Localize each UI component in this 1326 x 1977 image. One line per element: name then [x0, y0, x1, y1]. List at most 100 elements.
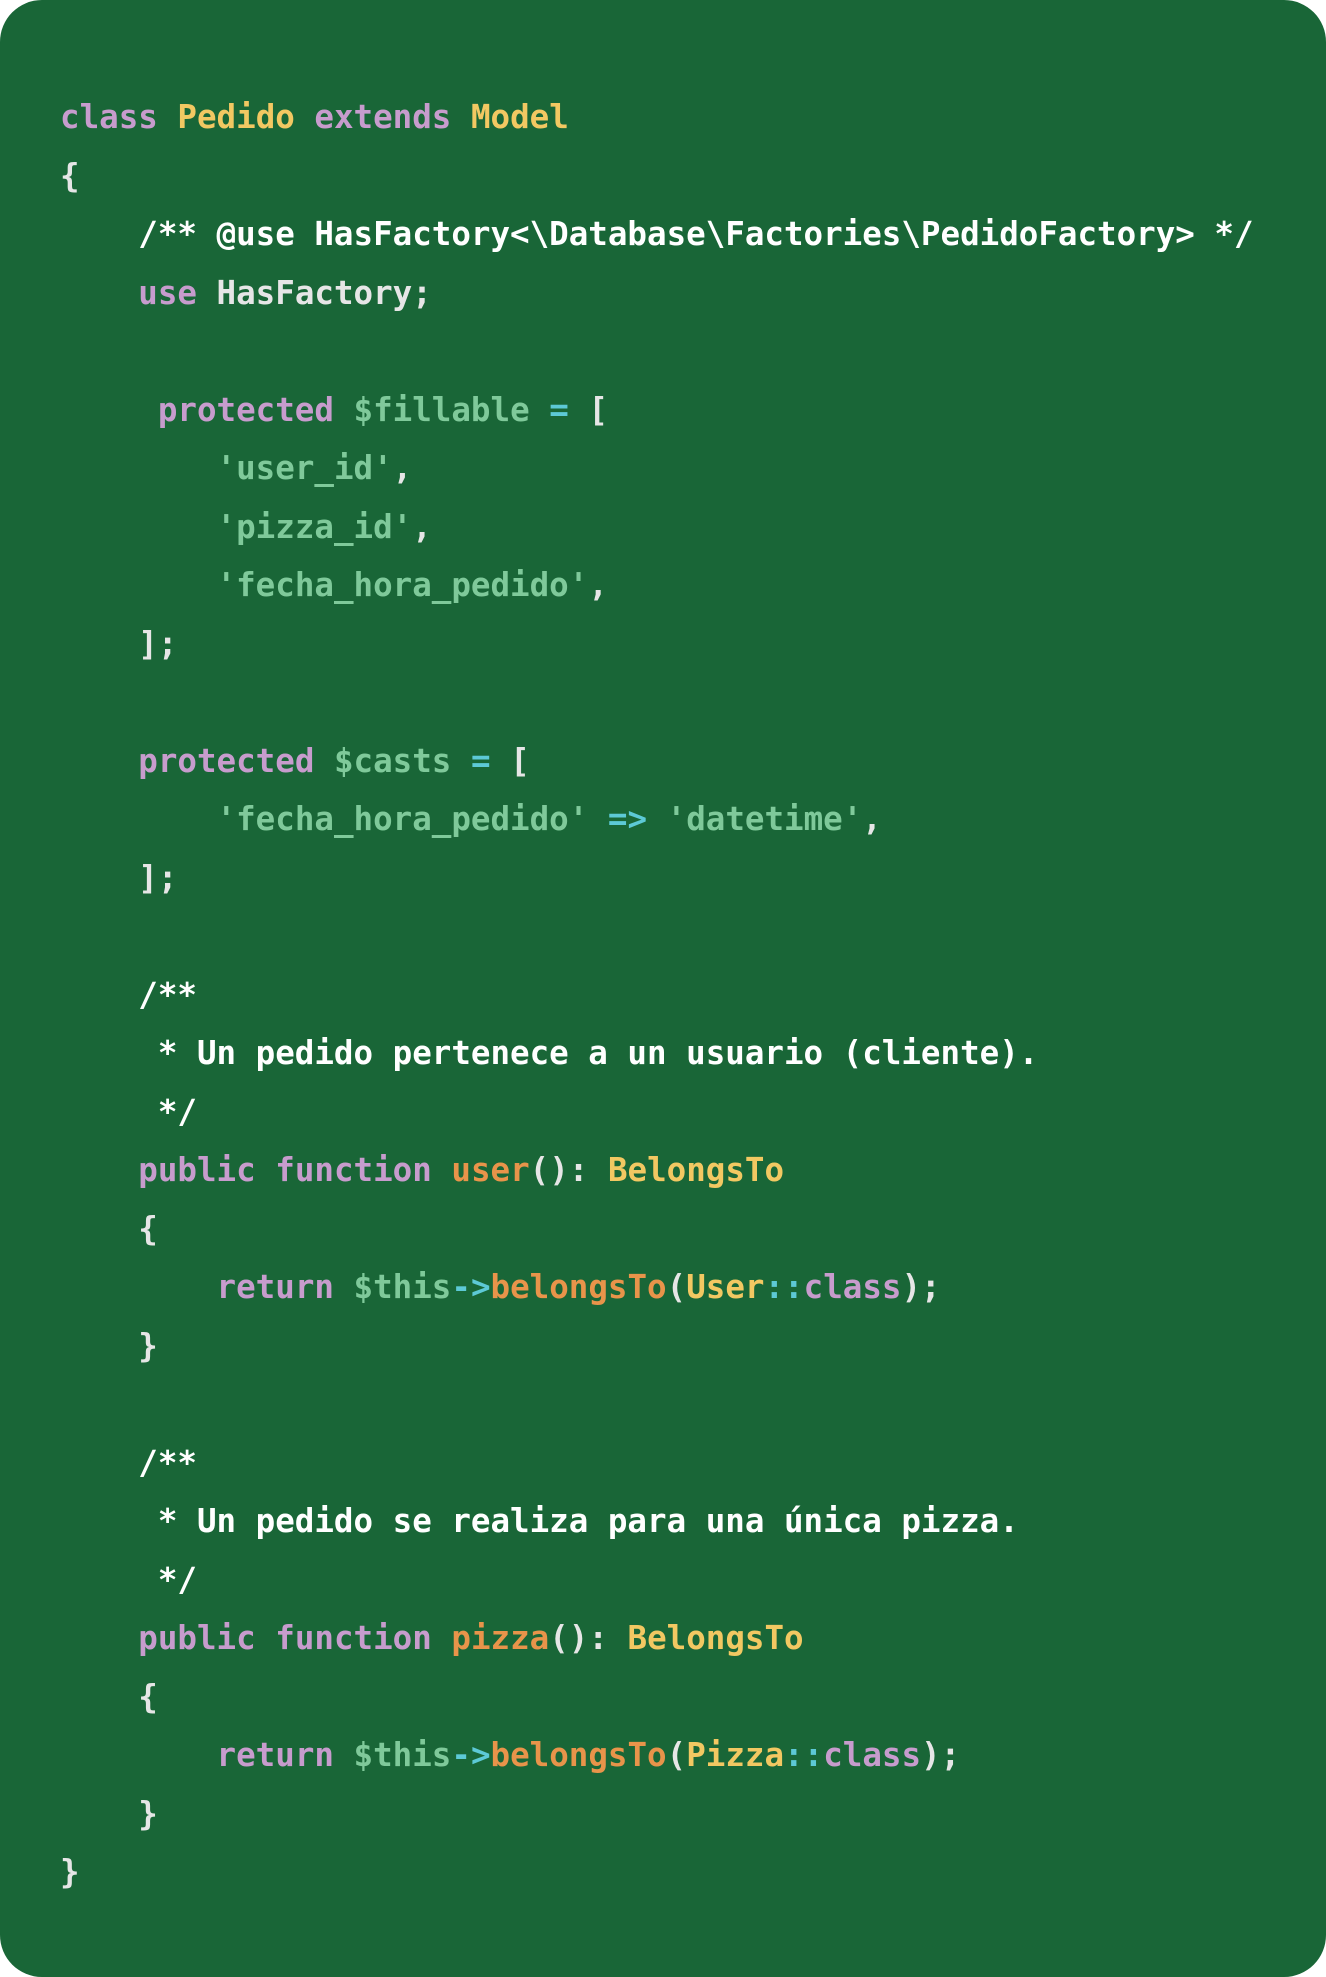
keyword-token: class — [60, 98, 158, 136]
function-name-token: belongsTo — [490, 1268, 667, 1306]
plain-token: { — [60, 1677, 158, 1716]
keyword-token: function — [275, 1151, 432, 1189]
code-line: } — [60, 1843, 1254, 1902]
plain-token: ); — [901, 1268, 941, 1306]
plain-token: { — [60, 156, 80, 195]
code-line: protected $fillable = [ — [60, 381, 1254, 440]
comment-token: /** — [60, 1443, 197, 1482]
code-line: use HasFactory; — [60, 264, 1254, 323]
plain-token: ( — [666, 1268, 687, 1306]
class-name-token: BelongsTo — [607, 1151, 785, 1189]
string-token: 'datetime' — [666, 800, 863, 838]
keyword-token: protected — [157, 390, 334, 429]
plain-token: ( — [666, 1736, 687, 1774]
plain-token: ]; — [60, 624, 178, 663]
code-line: { — [60, 1668, 1254, 1727]
string-token: 'fecha_hora_pedido' — [216, 800, 589, 838]
code-block: class Pedido extends Model { /** @use Has… — [60, 88, 1254, 1902]
code-card: class Pedido extends Model { /** @use Has… — [0, 0, 1326, 1977]
operator-token: = — [549, 390, 569, 429]
variable-token: $casts — [333, 741, 452, 780]
plain-token: HasFactory; — [196, 273, 432, 312]
string-token: 'user_id' — [216, 449, 393, 487]
code-line: { — [60, 147, 1254, 206]
code-line: /** — [60, 966, 1254, 1025]
code-line: protected $casts = [ — [60, 732, 1254, 791]
code-line: */ — [60, 1551, 1254, 1610]
operator-token: = — [470, 741, 491, 780]
comment-token: */ — [60, 1560, 197, 1599]
plain-token: [ — [568, 390, 608, 429]
code-line: 'fecha_hora_pedido', — [60, 556, 1254, 615]
class-name-token: User — [686, 1268, 765, 1306]
plain-token: ); — [921, 1736, 961, 1774]
operator-token: :: — [784, 1736, 824, 1774]
variable-token: $this — [353, 1268, 452, 1306]
plain-token: } — [60, 1794, 158, 1833]
keyword-token: extends — [314, 98, 452, 136]
code-line: { — [60, 1200, 1254, 1259]
plain-token: , — [392, 449, 413, 487]
keyword-token: class — [803, 1268, 902, 1306]
code-line: ]; — [60, 615, 1254, 674]
keyword-token: protected — [138, 741, 315, 780]
operator-token: -> — [451, 1736, 491, 1774]
comment-token: */ — [60, 1092, 197, 1131]
comment-token: /** @use HasFactory<\Database\Factories\… — [60, 215, 1254, 253]
code-line: 'pizza_id', — [60, 498, 1254, 557]
plain-token: (): — [529, 1151, 608, 1189]
plain-token: ]; — [60, 858, 178, 897]
function-name-token: pizza — [451, 1619, 550, 1657]
plain-token: , — [588, 566, 608, 604]
code-line: /** @use HasFactory<\Database\Factories\… — [60, 205, 1254, 264]
keyword-token: public — [138, 1151, 256, 1189]
code-line: } — [60, 1317, 1254, 1376]
code-line: * Un pedido pertenece a un usuario (clie… — [60, 1024, 1254, 1083]
class-name-token: Model — [470, 98, 569, 136]
code-line: 'user_id', — [60, 439, 1254, 498]
code-line: return $this->belongsTo(User::class); — [60, 1258, 1254, 1317]
class-name-token: BelongsTo — [627, 1619, 804, 1657]
keyword-token: return — [216, 1736, 334, 1774]
plain-token: [ — [490, 741, 530, 780]
plain-token: { — [60, 1209, 158, 1248]
variable-token: $this — [353, 1736, 452, 1774]
function-name-token: belongsTo — [490, 1736, 667, 1774]
variable-token: $fillable — [353, 390, 530, 429]
keyword-token: class — [823, 1736, 922, 1774]
code-line: * Un pedido se realiza para una única pi… — [60, 1492, 1254, 1551]
comment-token: * Un pedido pertenece a un usuario (clie… — [60, 1034, 1039, 1072]
operator-token: -> — [451, 1268, 491, 1306]
plain-token: } — [60, 1326, 158, 1365]
keyword-token: public — [138, 1619, 256, 1657]
plain-token: (): — [549, 1619, 628, 1657]
string-token: 'pizza_id' — [216, 507, 413, 546]
code-line: ]; — [60, 849, 1254, 908]
operator-token: => — [607, 800, 648, 838]
comment-token: * Un pedido se realiza para una única pi… — [60, 1502, 1019, 1540]
operator-token: :: — [764, 1268, 804, 1306]
